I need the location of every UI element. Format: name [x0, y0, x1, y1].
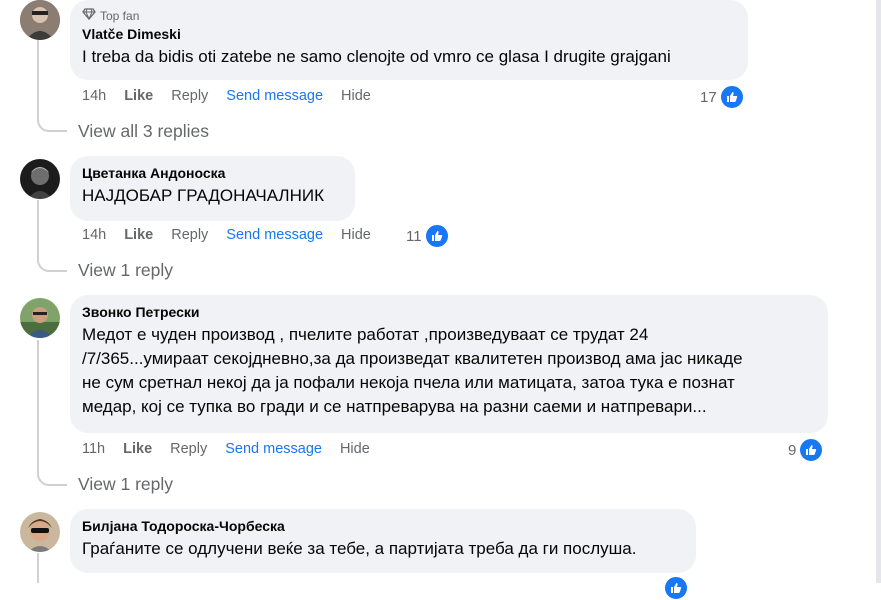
avatar[interactable] [20, 298, 60, 338]
thread-line [37, 40, 39, 118]
comment-text: Медот е чуден производ , пчелите работат… [82, 323, 816, 419]
avatar[interactable] [20, 0, 60, 40]
reply-button[interactable]: Reply [170, 441, 207, 457]
hide-button[interactable]: Hide [340, 441, 370, 457]
reaction-count[interactable]: 9 [788, 438, 824, 462]
comment-text: НАЈДОБАР ГРАДОНАЧАЛНИК [82, 186, 324, 205]
like-button[interactable]: Like [124, 227, 153, 243]
comment-author[interactable]: Цветанка Андоноска [82, 164, 343, 182]
comment-bubble: Звонко Петрески Медот е чуден производ ,… [70, 295, 828, 433]
thread-connector [37, 472, 67, 486]
comment-text-line: /7/365...умираат секојдневно,за да произ… [82, 349, 743, 368]
badge-label: Top fan [100, 8, 140, 23]
thumbs-up-icon [719, 85, 744, 109]
comment-text: Граѓаните се одлучени веќе за тебе, а па… [82, 539, 637, 558]
reaction-number: 17 [700, 88, 717, 106]
thread-connector [37, 258, 67, 272]
comment-actions: 11h Like Reply Send message Hide [82, 441, 370, 457]
hide-button[interactable]: Hide [341, 88, 371, 104]
comment-text: I treba da bidis oti zatebe ne samo clen… [82, 47, 671, 66]
like-button[interactable]: Like [124, 88, 153, 104]
reaction-count[interactable]: 11 [406, 224, 449, 248]
comment-actions: 14h Like Reply Send message Hide [82, 88, 371, 104]
reply-button[interactable]: Reply [171, 88, 208, 104]
thumbs-up-icon [424, 224, 449, 248]
comment-author[interactable]: Vlatče Dimeski [82, 25, 736, 43]
comment-text-line: Медот е чуден производ , пчелите работат… [82, 325, 649, 344]
diamond-icon [82, 8, 96, 23]
view-replies-link[interactable]: View all 3 replies [78, 121, 209, 142]
hide-button[interactable]: Hide [341, 227, 371, 243]
avatar[interactable] [20, 512, 60, 552]
reaction-count[interactable]: 17 [700, 85, 744, 109]
top-fan-badge: Top fan [82, 8, 736, 23]
send-message-button[interactable]: Send message [226, 227, 323, 243]
comment-author[interactable]: Звонко Петрески [82, 303, 816, 321]
avatar[interactable] [20, 159, 60, 199]
comment-bubble: Top fan Vlatče Dimeski I treba da bidis … [70, 0, 748, 80]
comment-text-line: медар, кој се тупка во гради и се натпре… [82, 397, 707, 416]
timestamp[interactable]: 11h [82, 441, 105, 457]
reply-button[interactable]: Reply [171, 227, 208, 243]
reaction-number: 11 [406, 227, 422, 245]
view-replies-link[interactable]: View 1 reply [78, 260, 173, 281]
comment-bubble: Цветанка Андоноска НАЈДОБАР ГРАДОНАЧАЛНИ… [70, 156, 355, 221]
thread-connector [37, 118, 67, 132]
comment-actions: 14h Like Reply Send message Hide [82, 227, 371, 243]
thread-line [37, 340, 39, 472]
comment-text-line: не сум сретнал некој да ја пофали некоја… [82, 373, 735, 392]
send-message-button[interactable]: Send message [225, 441, 322, 457]
timestamp[interactable]: 14h [82, 227, 106, 243]
thread-line [37, 553, 39, 583]
timestamp[interactable]: 14h [82, 88, 106, 104]
reaction-number: 9 [788, 441, 797, 459]
view-replies-link[interactable]: View 1 reply [78, 474, 173, 495]
send-message-button[interactable]: Send message [226, 88, 323, 104]
scrollbar-track[interactable] [876, 0, 881, 583]
like-button[interactable]: Like [123, 441, 152, 457]
reaction-count[interactable] [664, 576, 688, 600]
thumbs-up-icon [664, 576, 688, 600]
comment-author[interactable]: Билјана Тодороска-Чорбеска [82, 517, 684, 535]
thumbs-up-icon [799, 438, 824, 462]
comment-bubble: Билјана Тодороска-Чорбеска Граѓаните се … [70, 509, 696, 573]
thread-line [37, 200, 39, 258]
